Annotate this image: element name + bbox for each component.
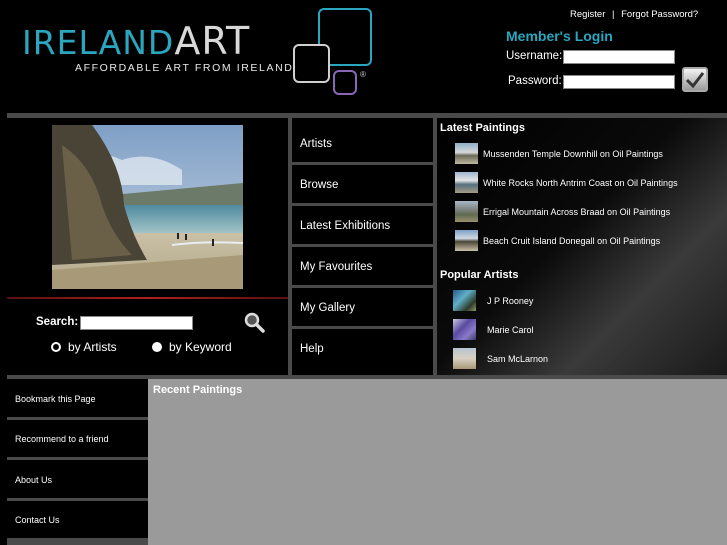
about-us-link[interactable]: About Us [7, 461, 147, 498]
site-logo[interactable]: IRELANDART [22, 22, 250, 60]
link-separator: | [612, 9, 615, 20]
nav-browse[interactable]: Browse [292, 166, 433, 203]
nav-divider [292, 162, 433, 165]
recommend-friend-link[interactable]: Recommend to a friend [7, 420, 147, 457]
search-label: Search: [36, 316, 79, 328]
members-login-title: Member's Login [506, 28, 613, 44]
nav-artists[interactable]: Artists [292, 125, 433, 162]
magnifier-icon [244, 312, 265, 333]
radio-label-artists: by Artists [68, 340, 117, 354]
logo-word-ireland: IRELAND [22, 23, 175, 62]
login-submit-button[interactable] [682, 67, 708, 92]
latest-painting-link[interactable]: Errigal Mountain Across Braad on Oil Pai… [483, 207, 670, 217]
recent-paintings-area [148, 379, 727, 545]
painting-image [52, 125, 243, 289]
nav-my-favourites[interactable]: My Favourites [292, 248, 433, 285]
radio-label-keyword: by Keyword [169, 340, 232, 354]
username-field[interactable] [563, 50, 675, 64]
bookmark-page-link[interactable]: Bookmark this Page [7, 380, 147, 417]
painting-thumbnail[interactable] [455, 172, 478, 193]
painting-thumbnail[interactable] [455, 201, 478, 222]
radio-by-keyword[interactable]: by Keyword [152, 340, 232, 354]
artist-thumbnail[interactable] [453, 290, 476, 311]
password-field[interactable] [563, 75, 675, 89]
artist-thumbnail[interactable] [453, 348, 476, 369]
nav-help[interactable]: Help [292, 330, 433, 367]
recent-paintings-title: Recent Paintings [153, 384, 243, 396]
nav-my-gallery[interactable]: My Gallery [292, 289, 433, 326]
latest-painting-link[interactable]: Beach Cruit Island Donegall on Oil Paint… [483, 236, 660, 246]
panel-accent-line [7, 297, 288, 299]
link-divider [7, 538, 148, 545]
painting-thumbnail[interactable] [455, 143, 478, 164]
radio-button-selected [152, 342, 162, 352]
radio-by-artists[interactable]: by Artists [51, 340, 117, 354]
search-button[interactable] [243, 311, 265, 333]
link-divider [7, 457, 148, 460]
logo-square-grey [293, 44, 330, 83]
nav-divider [292, 326, 433, 329]
latest-painting-link[interactable]: Mussenden Temple Downhill on Oil Paintin… [483, 149, 663, 159]
popular-artist-link[interactable]: J P Rooney [487, 296, 533, 306]
painting-thumbnail[interactable] [455, 230, 478, 251]
latest-paintings-title: Latest Paintings [440, 122, 525, 134]
username-label: Username: [506, 50, 563, 62]
popular-artist-link[interactable]: Marie Carol [487, 325, 534, 335]
nav-divider [292, 244, 433, 247]
nav-divider [292, 203, 433, 206]
search-input[interactable] [80, 316, 193, 330]
registered-mark: ® [360, 70, 366, 79]
top-links: Register | Forgot Password? [570, 9, 698, 20]
popular-artists-title: Popular Artists [440, 269, 519, 281]
logo-word-art: ART [174, 19, 251, 63]
checkmark-icon [685, 71, 705, 88]
logo-square-purple [333, 70, 357, 95]
register-link[interactable]: Register [570, 9, 605, 20]
contact-us-link[interactable]: Contact Us [7, 501, 147, 538]
featured-painting[interactable] [52, 125, 243, 289]
nav-divider [292, 285, 433, 288]
radio-button-empty [51, 342, 61, 352]
forgot-password-link[interactable]: Forgot Password? [621, 9, 698, 20]
header: IRELANDART AFFORDABLE ART FROM IRELAND ®… [0, 0, 727, 112]
logo-tagline: AFFORDABLE ART FROM IRELAND [75, 62, 294, 74]
nav-latest-exhibitions[interactable]: Latest Exhibitions [292, 207, 433, 244]
latest-painting-link[interactable]: White Rocks North Antrim Coast on Oil Pa… [483, 178, 678, 188]
artist-thumbnail[interactable] [453, 319, 476, 340]
popular-artist-link[interactable]: Sam McLarnon [487, 354, 548, 364]
password-label: Password: [508, 75, 562, 87]
